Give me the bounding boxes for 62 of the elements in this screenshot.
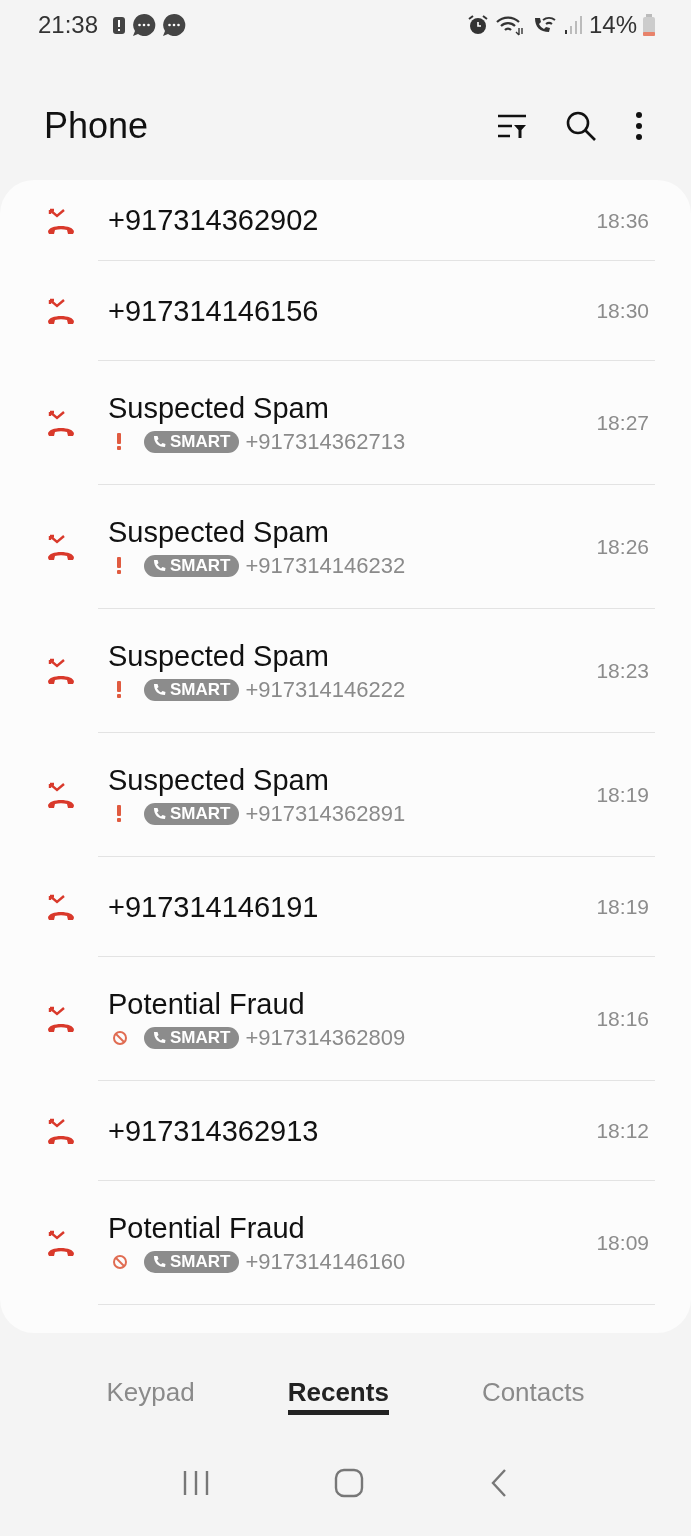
smart-call-badge: SMART (144, 802, 240, 825)
caller-name[interactable]: Potential Fraud (108, 1211, 597, 1245)
smart-call-badge: SMART (144, 1026, 240, 1049)
missed-call-icon (46, 534, 76, 561)
call-time: 18:12 (596, 1119, 649, 1144)
phone-number: +917314362891 (245, 800, 406, 827)
call-time: 18:19 (596, 783, 649, 808)
search-icon[interactable] (565, 109, 597, 142)
app-title: Phone (44, 104, 149, 147)
caller-name[interactable]: +917314146191 (108, 890, 597, 924)
chat-bubble-icon (162, 12, 187, 37)
nav-tab[interactable]: Recents (287, 1373, 389, 1416)
caller-name[interactable]: Potential Fraud (108, 987, 597, 1021)
call-time: 18:19 (596, 895, 649, 920)
recent-apps-icon[interactable] (182, 1470, 211, 1497)
signal-icon (562, 13, 583, 36)
battery-icon (643, 13, 655, 36)
caller-name[interactable]: +917314146156 (108, 294, 597, 328)
blocked-icon (112, 1253, 128, 1270)
warning-icon (116, 805, 122, 823)
phone-number: +917314146222 (245, 676, 406, 703)
smart-call-badge: SMART (144, 678, 240, 701)
call-time: 18:26 (596, 535, 649, 560)
call-time: 18:27 (596, 411, 649, 436)
battery-alert-icon (112, 14, 127, 35)
caller-name[interactable]: Suspected Spam (108, 639, 597, 673)
missed-call-icon (46, 1006, 76, 1033)
call-time: 18:09 (596, 1231, 649, 1256)
warning-icon (116, 681, 122, 699)
warning-icon (116, 557, 122, 575)
missed-call-icon (46, 894, 76, 921)
caller-name[interactable]: Suspected Spam (108, 763, 597, 797)
phone-number: +917314146160 (245, 1248, 406, 1275)
home-icon[interactable] (334, 1468, 365, 1499)
phone-number: +917314362713 (245, 428, 406, 455)
battery-percent: 14% (588, 10, 637, 39)
more-options-icon[interactable] (635, 110, 643, 141)
missed-call-icon (46, 658, 76, 685)
call-time: 18:36 (596, 208, 649, 233)
caller-name[interactable]: +917314362902 (108, 204, 597, 238)
caller-name[interactable]: Suspected Spam (108, 391, 597, 425)
caller-name[interactable]: Suspected Spam (108, 515, 597, 549)
missed-call-icon (46, 207, 76, 234)
caller-name[interactable]: +917314362913 (108, 1114, 597, 1148)
phone-number: +917314362809 (245, 1024, 406, 1051)
warning-icon (116, 433, 122, 451)
missed-call-icon (46, 298, 76, 325)
smart-call-badge: SMART (144, 1250, 240, 1273)
phone-number: +917314146232 (245, 552, 406, 579)
call-time: 18:30 (596, 299, 649, 324)
missed-call-icon (46, 782, 76, 809)
alarm-icon (466, 13, 489, 36)
call-time: 18:16 (596, 1007, 649, 1032)
missed-call-icon (46, 1230, 76, 1257)
smart-call-badge: SMART (144, 554, 240, 577)
chat-bubble-icon (132, 12, 157, 37)
blocked-icon (112, 1029, 128, 1046)
missed-call-icon (46, 410, 76, 437)
smart-call-badge: SMART (144, 430, 240, 453)
call-time: 18:23 (596, 659, 649, 684)
missed-call-icon (46, 1118, 76, 1145)
status-time: 21:38 (38, 10, 99, 39)
